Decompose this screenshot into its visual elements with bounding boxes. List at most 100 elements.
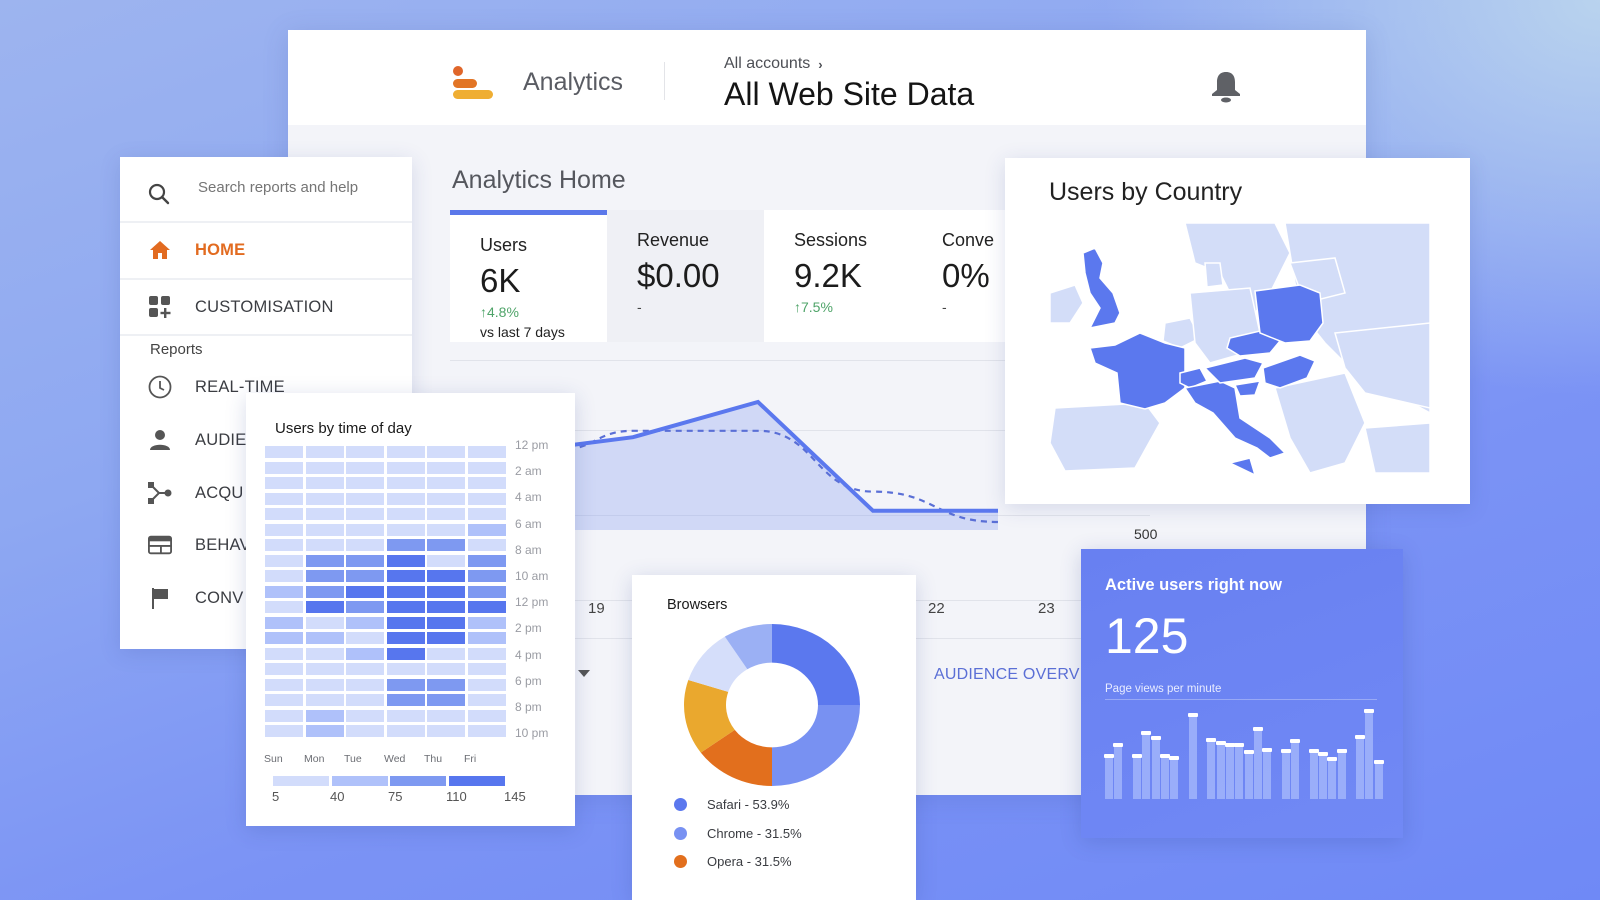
heatmap-row-label: 6 am	[515, 516, 542, 531]
heatmap-cell	[305, 461, 344, 474]
heatmap-cell	[427, 632, 465, 644]
metric-tabs: Users 6K ↑4.8% vs last 7 days Revenue $0…	[450, 210, 1034, 342]
page-views-bar	[1373, 760, 1384, 799]
page-views-bar	[1150, 736, 1161, 799]
legend-label: Chrome - 31.5%	[707, 826, 802, 841]
heatmap-cell	[305, 694, 344, 706]
heatmap-cell	[467, 570, 506, 582]
heatmap-row-label: 12 pm	[515, 595, 549, 610]
heatmap-cell	[265, 725, 303, 737]
heatmap-cell	[346, 554, 384, 567]
chevron-right-icon: ›	[818, 56, 823, 72]
heatmap-cell	[467, 508, 506, 520]
heatmap-cell	[386, 678, 425, 691]
legend-item-chrome: Chrome - 31.5%	[674, 826, 802, 841]
heatmap-cell	[346, 632, 384, 644]
bar-cap	[1104, 754, 1114, 759]
heatmap-cell	[346, 508, 384, 520]
metric-delta: ↑4.8%	[480, 304, 519, 320]
heatmap-title: Users by time of day	[275, 420, 412, 437]
metric-value: 9.2K	[794, 257, 862, 294]
heatmap-cell	[346, 601, 384, 613]
bar-cap	[1355, 735, 1366, 740]
heatmap-cell	[427, 647, 465, 660]
heatmap-column-label: Thu	[424, 753, 443, 765]
europe-map[interactable]	[1045, 223, 1430, 478]
heatmap-cell	[467, 554, 506, 567]
heatmap-cell	[265, 508, 303, 520]
metric-label: Sessions	[794, 230, 868, 250]
page-views-bar	[1224, 743, 1235, 799]
heatmap-cell	[305, 585, 344, 598]
heatmap-cell	[386, 539, 425, 551]
metric-tab-revenue[interactable]: Revenue $0.00 -	[607, 210, 764, 342]
map-country-france	[1088, 332, 1186, 410]
analytics-logo-icon[interactable]	[453, 66, 495, 100]
sidebar-item-label: ACQU	[195, 483, 244, 502]
sidebar-item-customisation[interactable]: CUSTOMISATION	[120, 280, 412, 334]
heatmap-cell	[427, 446, 465, 458]
heatmap-cell	[467, 446, 506, 458]
breadcrumb[interactable]: All accounts ›	[724, 55, 823, 73]
audience-overview-link[interactable]: AUDIENCE OVERVIE	[934, 666, 1095, 684]
bar-cap	[1364, 708, 1375, 713]
donut-slice-safari	[772, 624, 860, 705]
browsers-title: Browsers	[667, 597, 728, 613]
page-views-bar	[1104, 754, 1114, 799]
metric-value: 6K	[480, 262, 521, 299]
heatmap-cell	[305, 539, 344, 551]
page-title: Analytics Home	[452, 166, 626, 194]
search-input[interactable]	[198, 179, 398, 196]
active-users-count: 125	[1105, 608, 1189, 664]
heatmap-cell	[386, 570, 425, 582]
heatmap-cell	[467, 663, 506, 675]
heatmap-column-label: Fri	[464, 753, 477, 765]
heatmap-legend-swatch	[448, 776, 505, 786]
metric-tab-sessions[interactable]: Sessions 9.2K ↑7.5%	[764, 210, 914, 342]
heatmap-cell	[467, 585, 506, 598]
bar-cap	[1243, 750, 1254, 755]
heatmap-cell	[467, 725, 506, 737]
page-views-bar	[1290, 739, 1300, 799]
map-region-balkans	[1274, 372, 1366, 474]
legend-item-opera: Opera - 31.5%	[674, 854, 792, 869]
heatmap-cell	[265, 709, 303, 722]
heatmap-row-label: 4 pm	[515, 647, 542, 662]
heatmap-cell	[386, 492, 425, 505]
heatmap-cell	[427, 585, 465, 598]
page-views-bar	[1141, 730, 1152, 799]
bar-cap	[1206, 737, 1217, 742]
heatmap-cell	[305, 446, 344, 458]
clock-icon	[148, 375, 172, 399]
heatmap-cell	[305, 523, 344, 536]
date-range-dropdown-icon[interactable]	[578, 670, 590, 677]
heatmap-column-label: Sun	[264, 753, 283, 765]
heatmap-cell	[427, 523, 465, 536]
branch-icon	[148, 481, 172, 505]
page-views-bar	[1336, 748, 1347, 799]
heatmap-cell	[346, 725, 384, 737]
heatmap-cell	[386, 725, 425, 737]
heatmap-cell	[386, 616, 425, 629]
sidebar-item-home[interactable]: HOME	[120, 223, 412, 277]
heatmap-legend-swatch	[390, 776, 446, 786]
bell-icon[interactable]	[1208, 70, 1244, 104]
heatmap-cell	[265, 554, 303, 567]
heatmap-cell	[346, 678, 384, 691]
bar-cap	[1131, 754, 1142, 759]
map-region-turkey	[1364, 422, 1430, 474]
heatmap-row-label: 6 pm	[515, 673, 542, 688]
heatmap-cell	[305, 601, 344, 613]
metric-tab-users[interactable]: Users 6K ↑4.8% vs last 7 days	[450, 210, 607, 342]
view-title[interactable]: All Web Site Data	[724, 76, 974, 113]
heatmap-cell	[346, 477, 384, 489]
heatmap-row-label: 4 am	[515, 490, 542, 505]
heatmap-cell	[386, 523, 425, 536]
breadcrumb-label[interactable]: All accounts	[724, 55, 810, 73]
heatmap-legend-swatch	[331, 776, 388, 786]
search-icon[interactable]	[148, 183, 170, 205]
heatmap-cell	[467, 461, 506, 474]
bar-cap	[1280, 748, 1291, 753]
heatmap-column-label: Mon	[304, 753, 325, 765]
heatmap-legend-swatch	[273, 776, 329, 786]
